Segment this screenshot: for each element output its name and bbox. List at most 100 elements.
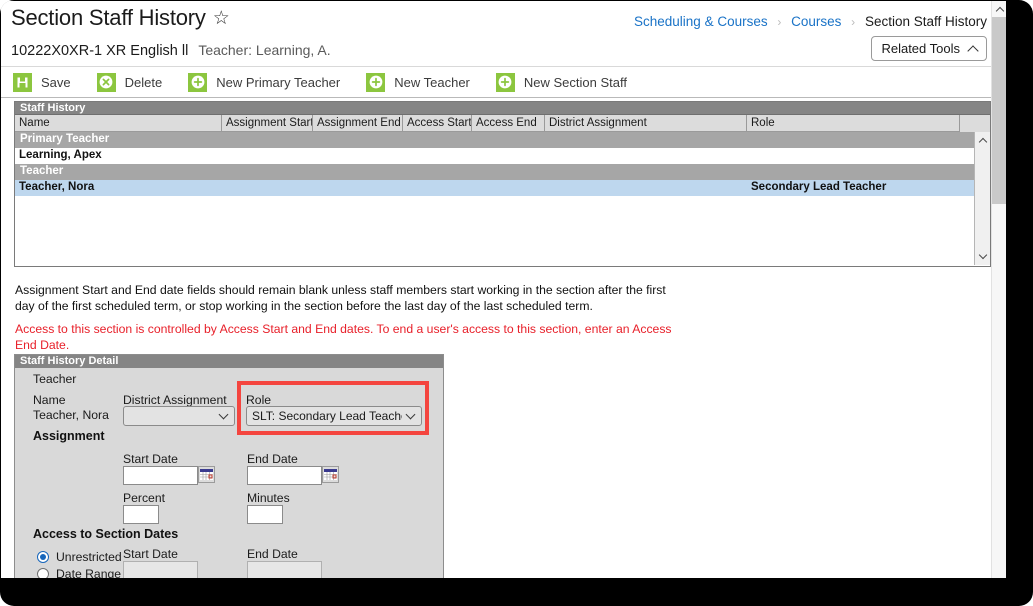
access-end-date-input[interactable] xyxy=(247,561,322,578)
save-button-label: Save xyxy=(41,74,71,90)
delete-x-icon xyxy=(96,72,116,92)
calendar-icon[interactable] xyxy=(322,466,339,483)
favorite-star-icon[interactable]: ☆ xyxy=(213,7,230,30)
percent-input[interactable] xyxy=(123,505,159,524)
plus-icon xyxy=(366,72,386,92)
chevron-down-icon xyxy=(405,409,416,419)
breadcrumb-item-courses[interactable]: Courses xyxy=(791,14,841,29)
table-row[interactable]: Learning, Apex xyxy=(15,148,990,164)
grid-header-row: Name Assignment Start Assignment End Acc… xyxy=(15,115,990,132)
breadcrumb: Scheduling & Courses › Courses › Section… xyxy=(634,14,987,29)
column-header-access-end[interactable]: Access End xyxy=(472,115,545,132)
cell-district-assignment xyxy=(545,180,747,196)
page-scroll-up-arrow-icon[interactable] xyxy=(992,1,1006,17)
cell-access-end xyxy=(472,148,545,164)
staff-history-detail-panel: Staff History Detail Teacher Name Teache… xyxy=(14,354,444,578)
column-header-assignment-start[interactable]: Assignment Start xyxy=(222,115,313,132)
breadcrumb-separator-icon: › xyxy=(777,15,782,29)
cell-role: Secondary Lead Teacher xyxy=(751,181,887,193)
minutes-label: Minutes xyxy=(247,491,290,505)
cell-access-start xyxy=(403,180,472,196)
radio-unrestricted[interactable] xyxy=(37,551,49,563)
new-section-staff-label: New Section Staff xyxy=(523,74,627,90)
assignment-dates-note: Assignment Start and End date fields sho… xyxy=(15,283,666,313)
save-button[interactable]: Save xyxy=(13,72,71,92)
cell-assignment-start xyxy=(222,180,313,196)
radio-date-range-label: Date Range xyxy=(56,567,122,578)
grid-body: Primary Teacher Learning, Apex Teacher T… xyxy=(15,132,990,265)
role-select[interactable]: SLT: Secondary Lead Teacher xyxy=(246,406,422,426)
role-label: Role xyxy=(246,393,272,407)
section-code: 10222X0XR-1 XR English ll xyxy=(11,43,189,59)
access-section-heading: Access to Section Dates xyxy=(33,527,179,541)
column-header-name[interactable]: Name xyxy=(15,115,222,132)
column-header-role[interactable]: Role xyxy=(747,115,960,132)
assignment-section-heading: Assignment xyxy=(33,429,105,443)
new-primary-teacher-button[interactable]: New Primary Teacher xyxy=(188,72,341,92)
new-section-staff-button[interactable]: New Section Staff xyxy=(495,72,627,92)
breadcrumb-separator-icon: › xyxy=(851,15,856,29)
scroll-up-arrow-icon[interactable] xyxy=(975,132,990,148)
column-header-district-assignment[interactable]: District Assignment xyxy=(545,115,747,132)
access-end-date-label: End Date xyxy=(247,547,298,561)
cell-access-end xyxy=(472,180,545,196)
assignment-end-date-input[interactable] xyxy=(247,466,322,485)
access-start-date-label: Start Date xyxy=(123,547,178,561)
calendar-icon[interactable] xyxy=(198,466,215,483)
assignment-start-date-input[interactable] xyxy=(123,466,198,485)
grid-title: Staff History xyxy=(15,102,990,115)
page-title-text: Section Staff History xyxy=(11,5,206,30)
district-assignment-select[interactable] xyxy=(123,406,235,426)
new-teacher-label: New Teacher xyxy=(394,74,470,90)
screenshot-frame: Section Staff History ☆ 10222X0XR-1 XR En… xyxy=(0,0,1033,606)
scroll-down-arrow-icon[interactable] xyxy=(975,249,990,265)
grid-vertical-scrollbar[interactable] xyxy=(974,132,990,265)
new-teacher-button[interactable]: New Teacher xyxy=(366,72,470,92)
delete-button[interactable]: Delete xyxy=(96,72,163,92)
access-start-date-input[interactable] xyxy=(123,561,198,578)
related-tools-label: Related Tools xyxy=(881,41,960,56)
chevron-down-icon xyxy=(218,409,229,419)
page-scrollbar-thumb[interactable] xyxy=(992,17,1006,204)
radio-unrestricted-label: Unrestricted xyxy=(56,550,122,564)
cell-assignment-start xyxy=(222,148,313,164)
cell-access-start xyxy=(403,148,472,164)
name-label: Name xyxy=(33,393,66,407)
delete-button-label: Delete xyxy=(124,74,163,90)
chevron-up-icon xyxy=(967,44,979,57)
access-option-date-range[interactable]: Date Range xyxy=(37,567,121,578)
table-row[interactable]: Teacher, Nora Secondary Lead Teacher xyxy=(15,180,990,196)
percent-label: Percent xyxy=(123,491,166,505)
section-teacher: Teacher: Learning, A. xyxy=(198,42,331,58)
related-tools-button[interactable]: Related Tools xyxy=(871,36,987,61)
cell-district-assignment xyxy=(545,148,747,164)
breadcrumb-item-scheduling-courses[interactable]: Scheduling & Courses xyxy=(634,14,768,29)
plus-icon xyxy=(495,72,515,92)
staff-history-grid: Staff History Name Assignment Start Assi… xyxy=(14,101,991,267)
cell-name: Learning, Apex xyxy=(19,149,102,161)
assignment-end-date-group xyxy=(247,466,339,485)
app-viewport: Section Staff History ☆ 10222X0XR-1 XR En… xyxy=(1,1,1006,578)
access-option-unrestricted[interactable]: Unrestricted xyxy=(37,550,122,564)
breadcrumb-item-current: Section Staff History xyxy=(864,14,987,29)
assignment-start-date-label: Start Date xyxy=(123,452,178,466)
page-title: Section Staff History ☆ xyxy=(11,5,230,31)
cell-assignment-end xyxy=(313,148,403,164)
cell-assignment-end xyxy=(313,180,403,196)
plus-icon xyxy=(188,72,208,92)
column-header-access-start[interactable]: Access Start xyxy=(403,115,472,132)
detail-panel-subtitle: Teacher xyxy=(33,372,77,386)
column-header-assignment-end[interactable]: Assignment End xyxy=(313,115,403,132)
district-assignment-label: District Assignment xyxy=(123,393,227,407)
page-vertical-scrollbar[interactable] xyxy=(991,1,1006,578)
assignment-end-date-label: End Date xyxy=(247,452,298,466)
cell-role xyxy=(747,148,960,164)
access-dates-warning: Access to this section is controlled by … xyxy=(15,322,672,352)
assignment-start-date-group xyxy=(123,466,215,485)
group-row-teacher: Teacher xyxy=(15,164,990,180)
page-header: Section Staff History ☆ 10222X0XR-1 XR En… xyxy=(1,1,991,67)
minutes-input[interactable] xyxy=(247,505,283,524)
group-row-primary-teacher: Primary Teacher xyxy=(15,132,990,148)
radio-date-range[interactable] xyxy=(37,568,49,578)
new-primary-teacher-label: New Primary Teacher xyxy=(216,74,341,90)
